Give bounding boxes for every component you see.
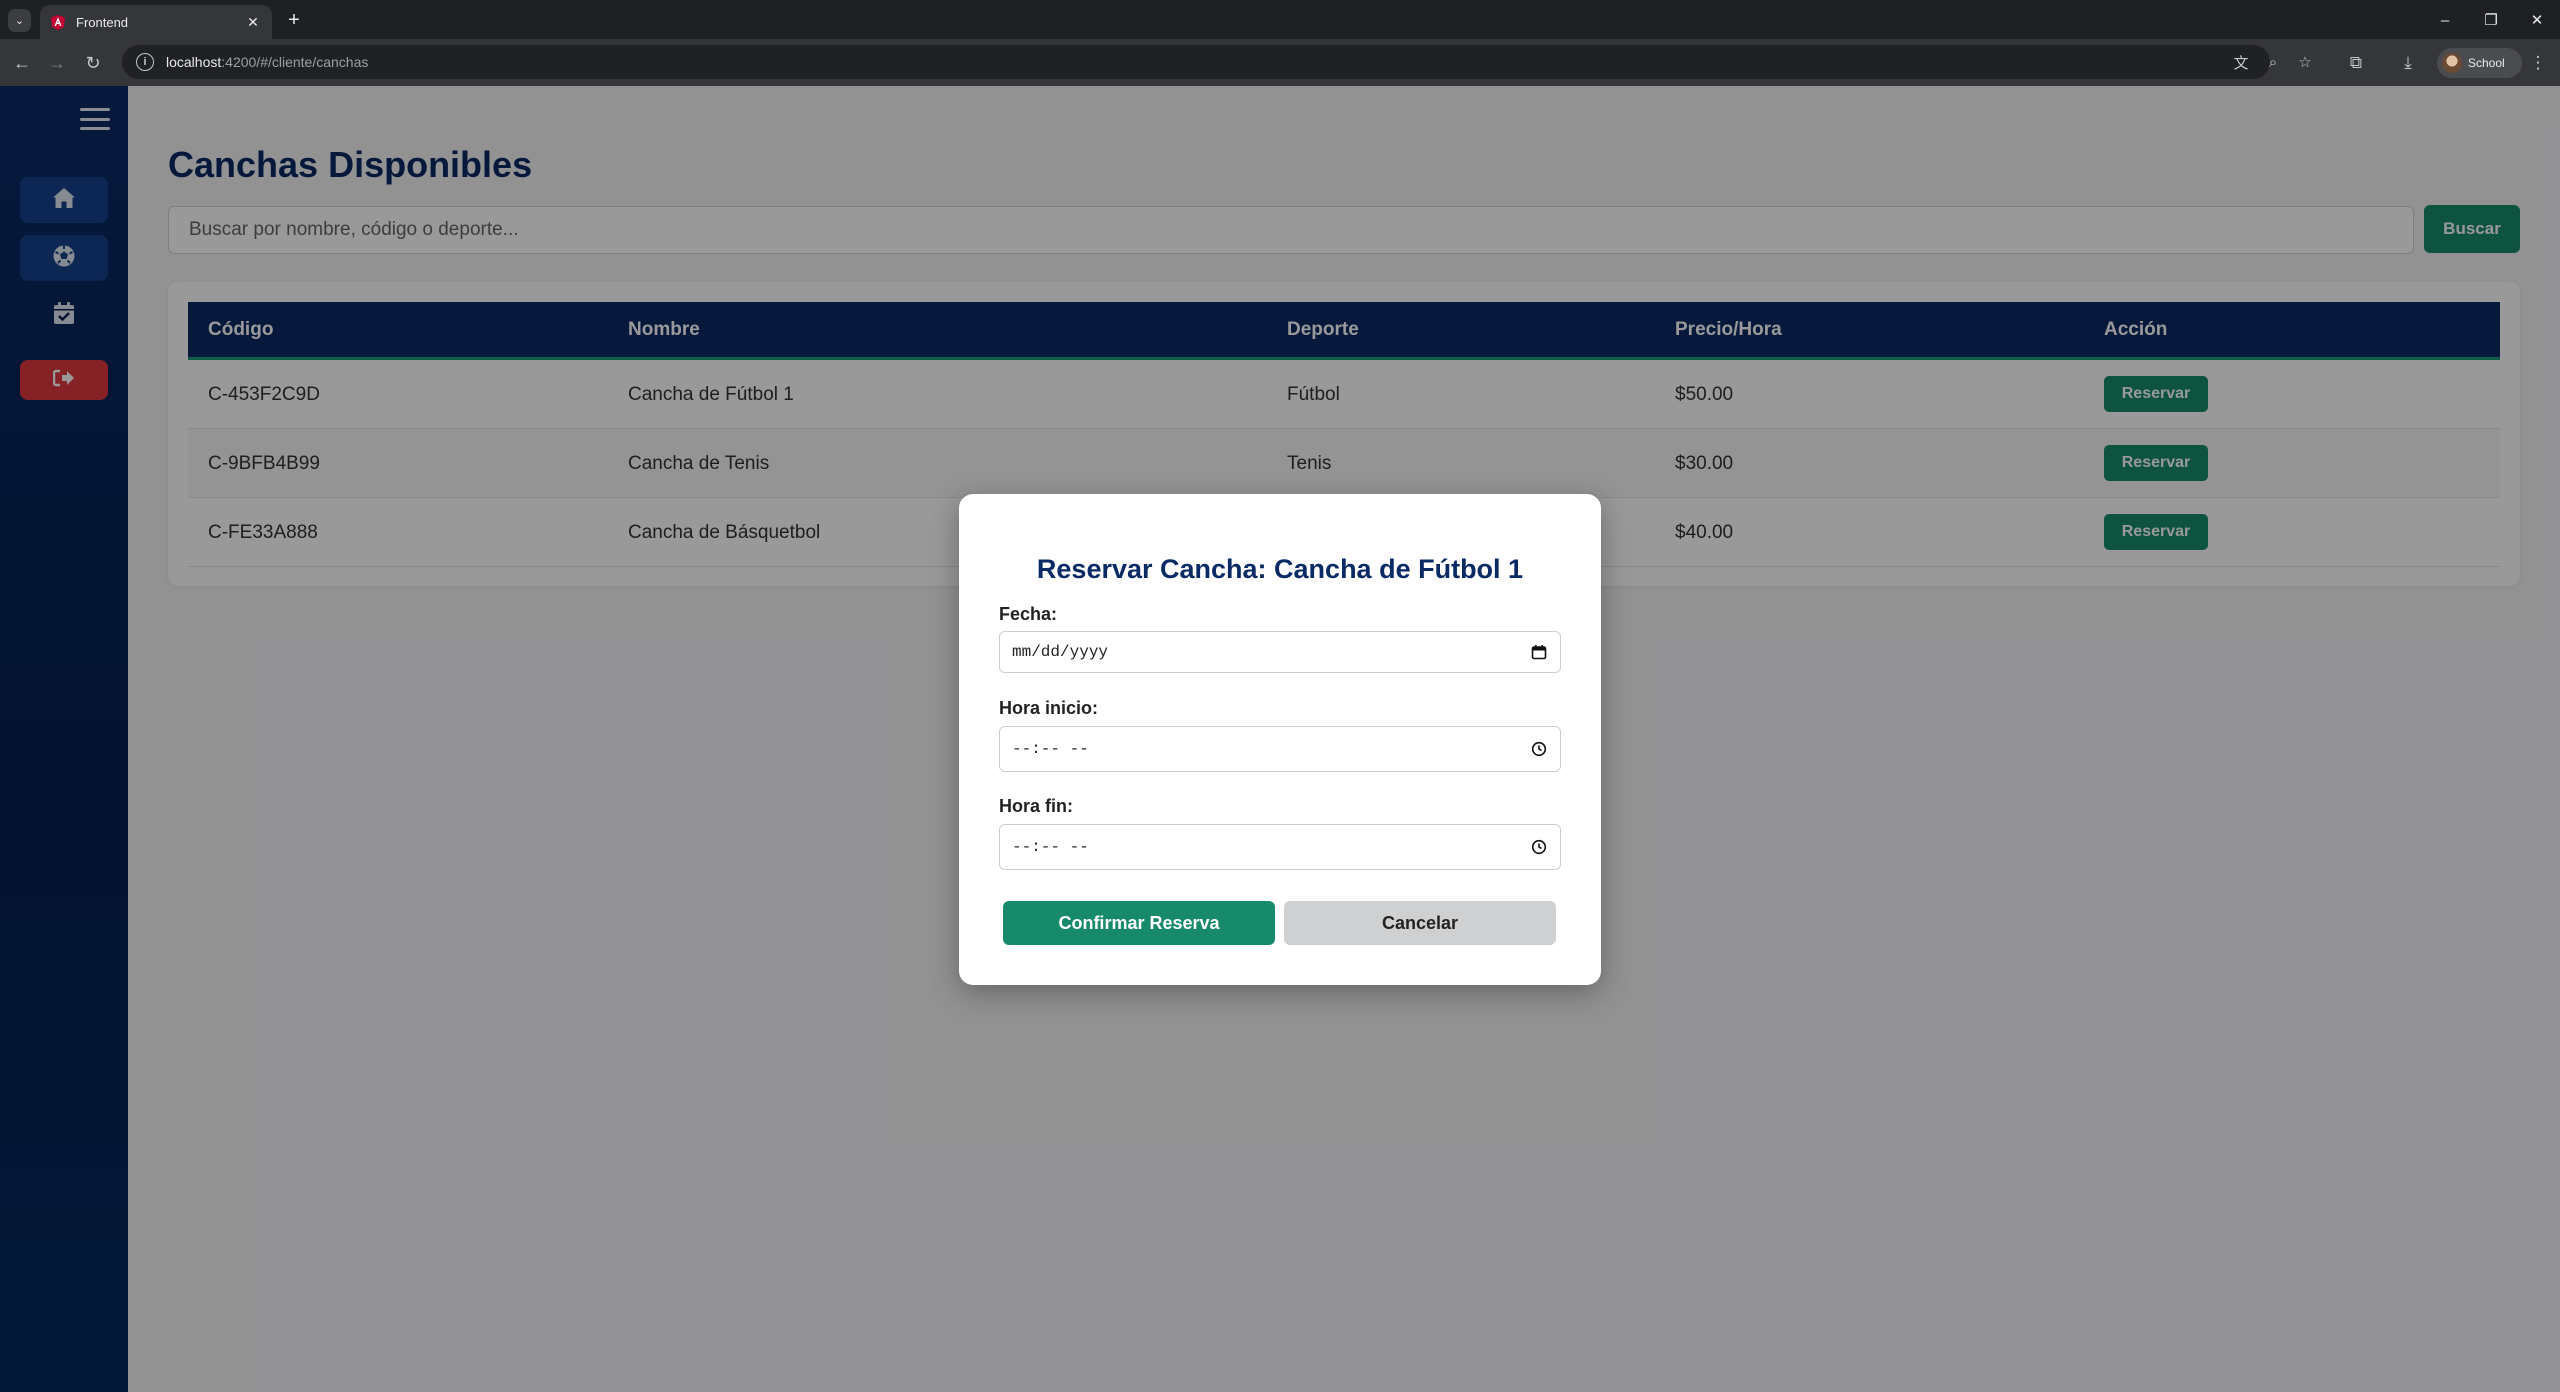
more-menu-icon[interactable]: ⋮ [2525, 50, 2551, 76]
hora-fin-label: Hora fin: [999, 796, 1073, 816]
bookmark-star-icon[interactable]: ☆ [2294, 51, 2316, 73]
modal-title: Reservar Cancha: Cancha de Fútbol 1 [1036, 554, 1524, 584]
reload-icon[interactable]: ↻ [78, 48, 108, 78]
angular-logo-icon [50, 14, 66, 30]
cancel-button[interactable]: Cancelar [1284, 901, 1556, 945]
chevron-down-icon: ⌄ [14, 15, 25, 27]
restore-button[interactable]: ❐ [2468, 4, 2514, 36]
clock-icon[interactable] [1530, 740, 1548, 758]
reservation-modal: Reservar Cancha: Cancha de Fútbol 1 Fech… [959, 494, 1601, 985]
new-tab-button[interactable]: + [282, 8, 306, 32]
tab-search-button[interactable]: ⌄ [8, 9, 31, 32]
confirm-reservation-button[interactable]: Confirmar Reserva [1003, 901, 1275, 945]
close-tab-icon[interactable]: ✕ [244, 14, 262, 31]
fecha-value: mm/dd/yyyy [1012, 643, 1109, 661]
site-info-icon[interactable]: i [136, 53, 154, 71]
address-bar[interactable]: i localhost :4200/#/cliente/canchas 文 ⌕ … [122, 45, 2312, 79]
browser-tab-bar: ⌄ Frontend ✕ + – ❐ ✕ [0, 0, 2560, 39]
clock-icon[interactable] [1530, 838, 1548, 856]
minimize-button[interactable]: – [2422, 4, 2468, 36]
fecha-label: Fecha: [999, 604, 1058, 624]
back-arrow-icon[interactable]: ← [7, 48, 37, 78]
browser-toolbar: ← → ↻ i localhost :4200/#/cliente/cancha… [0, 39, 2560, 86]
fecha-input[interactable]: mm/dd/yyyy [999, 631, 1561, 673]
profile-name: School [2468, 56, 2505, 70]
hora-inicio-value: --:-- -- [1012, 740, 1089, 758]
hora-fin-input[interactable]: --:-- -- [999, 824, 1561, 870]
avatar [2442, 53, 2462, 73]
translate-icon[interactable]: 文 [2230, 51, 2252, 73]
browser-tab[interactable]: Frontend ✕ [40, 5, 272, 39]
hora-inicio-label: Hora inicio: [999, 698, 1099, 718]
hora-fin-value: --:-- -- [1012, 838, 1089, 856]
calendar-icon[interactable] [1530, 643, 1548, 661]
url-host: localhost [166, 54, 222, 70]
profile-button[interactable]: School [2437, 48, 2522, 78]
download-icon[interactable]: ⤓ [2395, 50, 2421, 76]
tab-title: Frontend [76, 14, 129, 30]
hora-inicio-input[interactable]: --:-- -- [999, 726, 1561, 772]
forward-arrow-icon[interactable]: → [42, 48, 72, 78]
zoom-icon[interactable]: ⌕ [2262, 51, 2284, 73]
close-window-button[interactable]: ✕ [2514, 4, 2560, 36]
url-path: :4200/#/cliente/canchas [221, 54, 369, 70]
extensions-icon[interactable]: ⧉ [2343, 50, 2369, 76]
